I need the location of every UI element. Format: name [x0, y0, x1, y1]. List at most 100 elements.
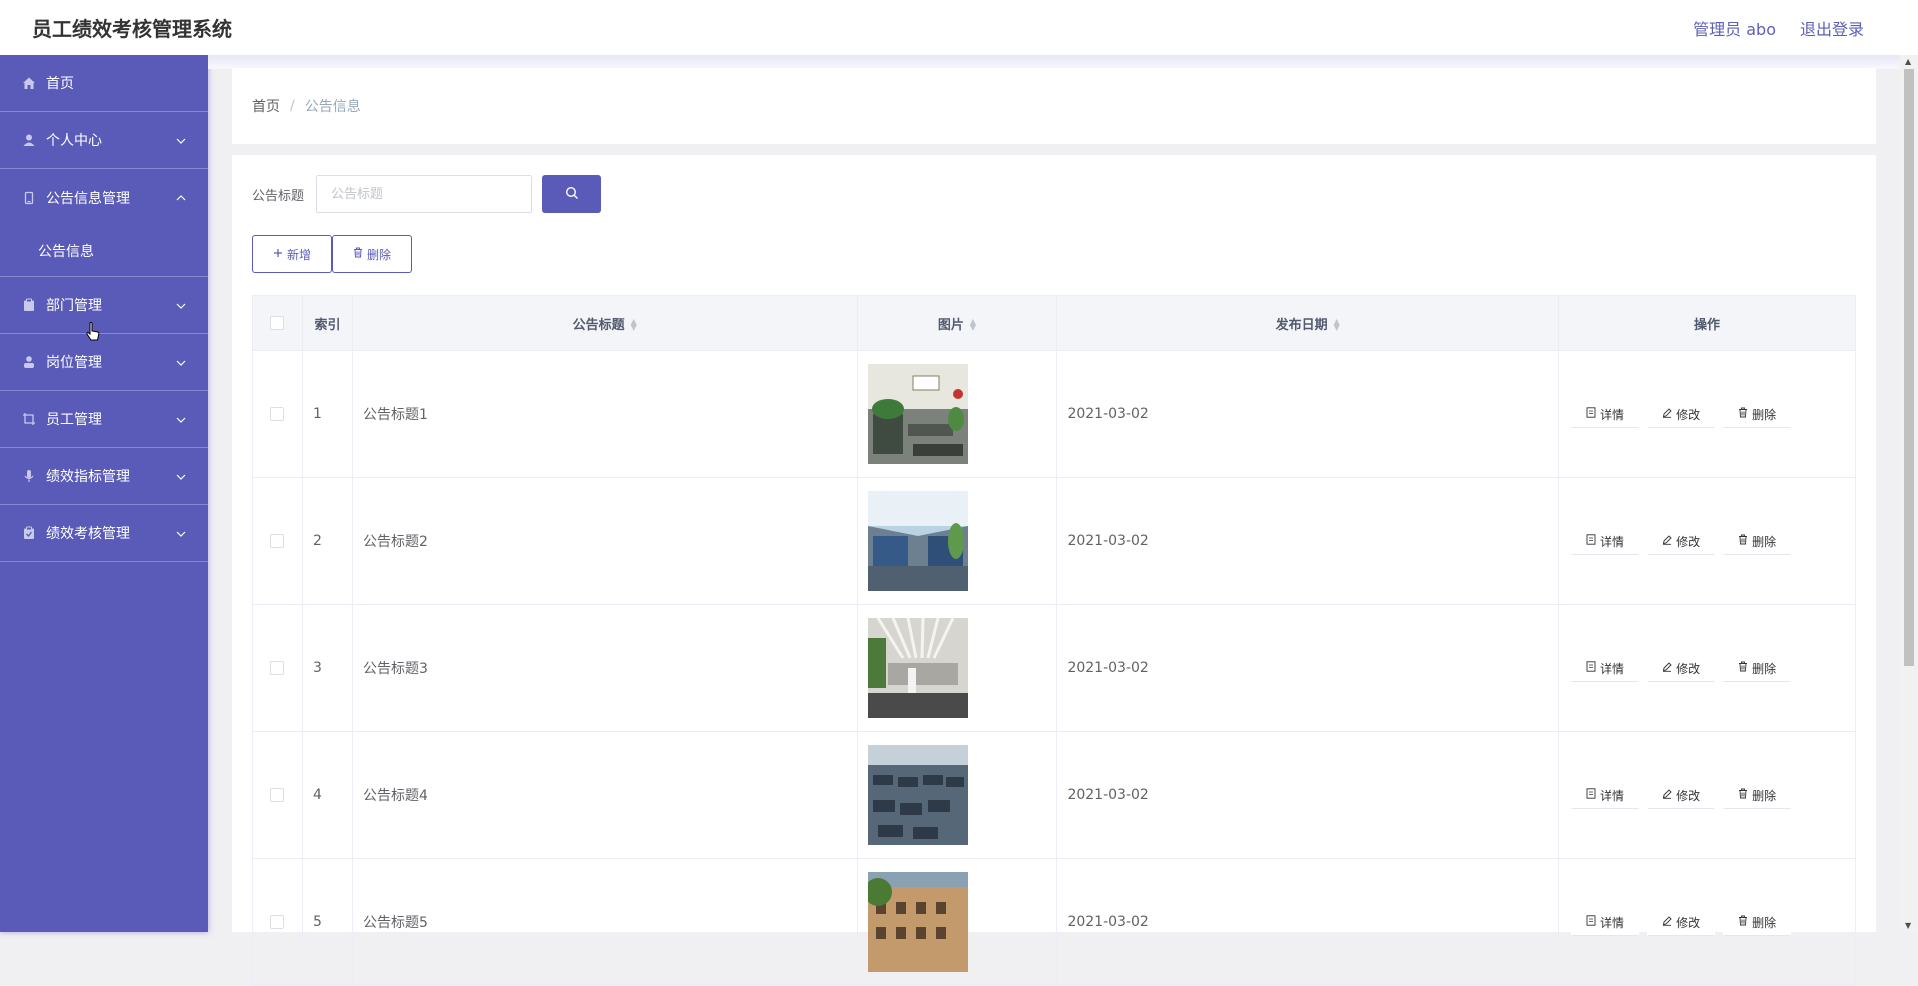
pointer-cursor-icon [86, 322, 100, 344]
edit-icon [1662, 534, 1672, 548]
detail-button[interactable]: 详情 [1571, 400, 1640, 428]
table-row: 5 公告标题5 2021-03-02 详情 修改 删除 [252, 858, 1856, 986]
add-button[interactable]: 新增 [252, 235, 333, 273]
batch-delete-button[interactable]: 删除 [332, 235, 413, 273]
search-form: 公告标题 [252, 175, 602, 213]
sidebar-item-appraisal[interactable]: 绩效考核管理 [0, 505, 208, 562]
edit-icon [1662, 661, 1672, 675]
edit-button[interactable]: 修改 [1647, 400, 1716, 428]
table-row: 2 公告标题2 2021-03-02 详情 修改 删除 [252, 477, 1856, 605]
sort-icon[interactable]: ▲ ▼ [970, 318, 976, 332]
row-title: 公告标题2 [352, 477, 858, 605]
delete-button-label: 删除 [367, 247, 392, 262]
office-photo-image [867, 618, 968, 718]
column-header-image[interactable]: 图片 ▲ ▼ [857, 295, 1058, 351]
row-checkbox[interactable] [270, 915, 285, 929]
delete-button[interactable]: 删除 [1723, 654, 1792, 682]
chevron-down-icon [176, 134, 186, 147]
sort-icon[interactable]: ▲ ▼ [631, 318, 637, 332]
chevron-down-icon [176, 413, 186, 426]
sidebar-item-label: 首页 [46, 76, 74, 92]
row-image-cell [857, 350, 1058, 478]
user-icon [22, 133, 36, 147]
crop-icon [22, 412, 36, 426]
row-title: 公告标题5 [352, 858, 858, 986]
row-image-cell [857, 858, 1058, 986]
edit-button[interactable]: 修改 [1647, 781, 1716, 809]
sidebar-item-announcement-mgmt[interactable]: 公告信息管理 [0, 169, 208, 226]
scrollbar-thumb[interactable] [1904, 69, 1914, 666]
column-header-index: 索引 [302, 295, 353, 351]
user-label[interactable]: 管理员 abo [1693, 16, 1776, 40]
row-date: 2021-03-02 [1056, 604, 1560, 732]
sidebar-item-position[interactable]: 岗位管理 [0, 334, 208, 391]
trash-icon [1738, 661, 1748, 675]
column-image-label: 图片 [937, 317, 964, 333]
edit-button[interactable]: 修改 [1647, 527, 1716, 555]
delete-label: 删除 [1752, 915, 1777, 930]
row-image-cell [857, 604, 1058, 732]
delete-button[interactable]: 删除 [1723, 781, 1792, 809]
row-index: 5 [302, 858, 353, 986]
detail-label: 详情 [1600, 534, 1625, 549]
breadcrumb-current: 公告信息 [304, 99, 361, 115]
scroll-up-icon[interactable]: ▲ [1905, 57, 1911, 66]
row-checkbox[interactable] [270, 407, 285, 421]
add-button-label: 新增 [287, 247, 312, 262]
sidebar-item-department[interactable]: 部门管理 [0, 277, 208, 334]
office-photo-image [867, 745, 968, 845]
edit-label: 修改 [1676, 534, 1701, 549]
row-checkbox[interactable] [270, 534, 285, 548]
edit-icon [1662, 915, 1672, 929]
plus-icon [273, 247, 283, 261]
delete-button[interactable]: 删除 [1723, 527, 1792, 555]
page-scrollbar[interactable]: ▲ ▼ [1900, 55, 1918, 932]
detail-button[interactable]: 详情 [1571, 527, 1640, 555]
office-photo-image [867, 491, 968, 591]
row-select-cell [252, 477, 303, 605]
column-header-title[interactable]: 公告标题 ▲ ▼ [352, 295, 858, 351]
sidebar-item-label: 员工管理 [46, 412, 102, 428]
sidebar-item-personal[interactable]: 个人中心 [0, 112, 208, 169]
row-checkbox[interactable] [270, 661, 285, 675]
home-icon [22, 76, 36, 90]
row-checkbox[interactable] [270, 788, 285, 802]
search-button[interactable] [542, 175, 602, 213]
breadcrumb-home[interactable]: 首页 [252, 96, 280, 116]
sidebar-item-kpi[interactable]: 绩效指标管理 [0, 448, 208, 505]
row-date: 2021-03-02 [1056, 477, 1560, 605]
detail-label: 详情 [1600, 661, 1625, 676]
detail-button[interactable]: 详情 [1571, 781, 1640, 809]
sidebar-subitem-announcement[interactable]: 公告信息 [0, 226, 208, 277]
sort-icon[interactable]: ▲ ▼ [1334, 318, 1340, 332]
sidebar-item-employee[interactable]: 员工管理 [0, 391, 208, 448]
office-photo-image [867, 364, 968, 464]
logout-link[interactable]: 退出登录 [1800, 16, 1864, 40]
row-index: 3 [302, 604, 353, 732]
column-header-date[interactable]: 发布日期 ▲ ▼ [1056, 295, 1560, 351]
search-label: 公告标题 [252, 188, 305, 204]
row-actions-cell: 详情 修改 删除 [1558, 858, 1856, 986]
edit-label: 修改 [1676, 407, 1701, 422]
scroll-down-icon[interactable]: ▼ [1905, 921, 1911, 930]
main-panel: 公告标题 新增 删除 索引 公告标题 ▲▼ 图片 ▲▼ [232, 155, 1876, 986]
sidebar-item-home[interactable]: 首页 [0, 55, 208, 112]
detail-button[interactable]: 详情 [1571, 654, 1640, 682]
breadcrumb-separator: / [290, 98, 295, 114]
column-date-label: 发布日期 [1275, 317, 1328, 333]
row-index: 2 [302, 477, 353, 605]
document-icon [1586, 534, 1596, 548]
building-photo-image [867, 872, 968, 972]
document-icon [22, 191, 36, 205]
chevron-down-icon [176, 470, 186, 483]
sidebar-item-label: 绩效指标管理 [46, 469, 130, 485]
delete-label: 删除 [1752, 534, 1777, 549]
top-bar: 员工绩效考核管理系统 管理员 abo 退出登录 [0, 0, 1918, 55]
select-all-checkbox[interactable] [270, 316, 285, 330]
table-row: 3 公告标题3 2021-03-02 详情 修改 删除 [252, 604, 1856, 732]
delete-button[interactable]: 删除 [1723, 400, 1792, 428]
search-icon [565, 186, 579, 203]
edit-button[interactable]: 修改 [1647, 654, 1716, 682]
trash-icon [1738, 788, 1748, 802]
search-input[interactable] [316, 175, 533, 213]
